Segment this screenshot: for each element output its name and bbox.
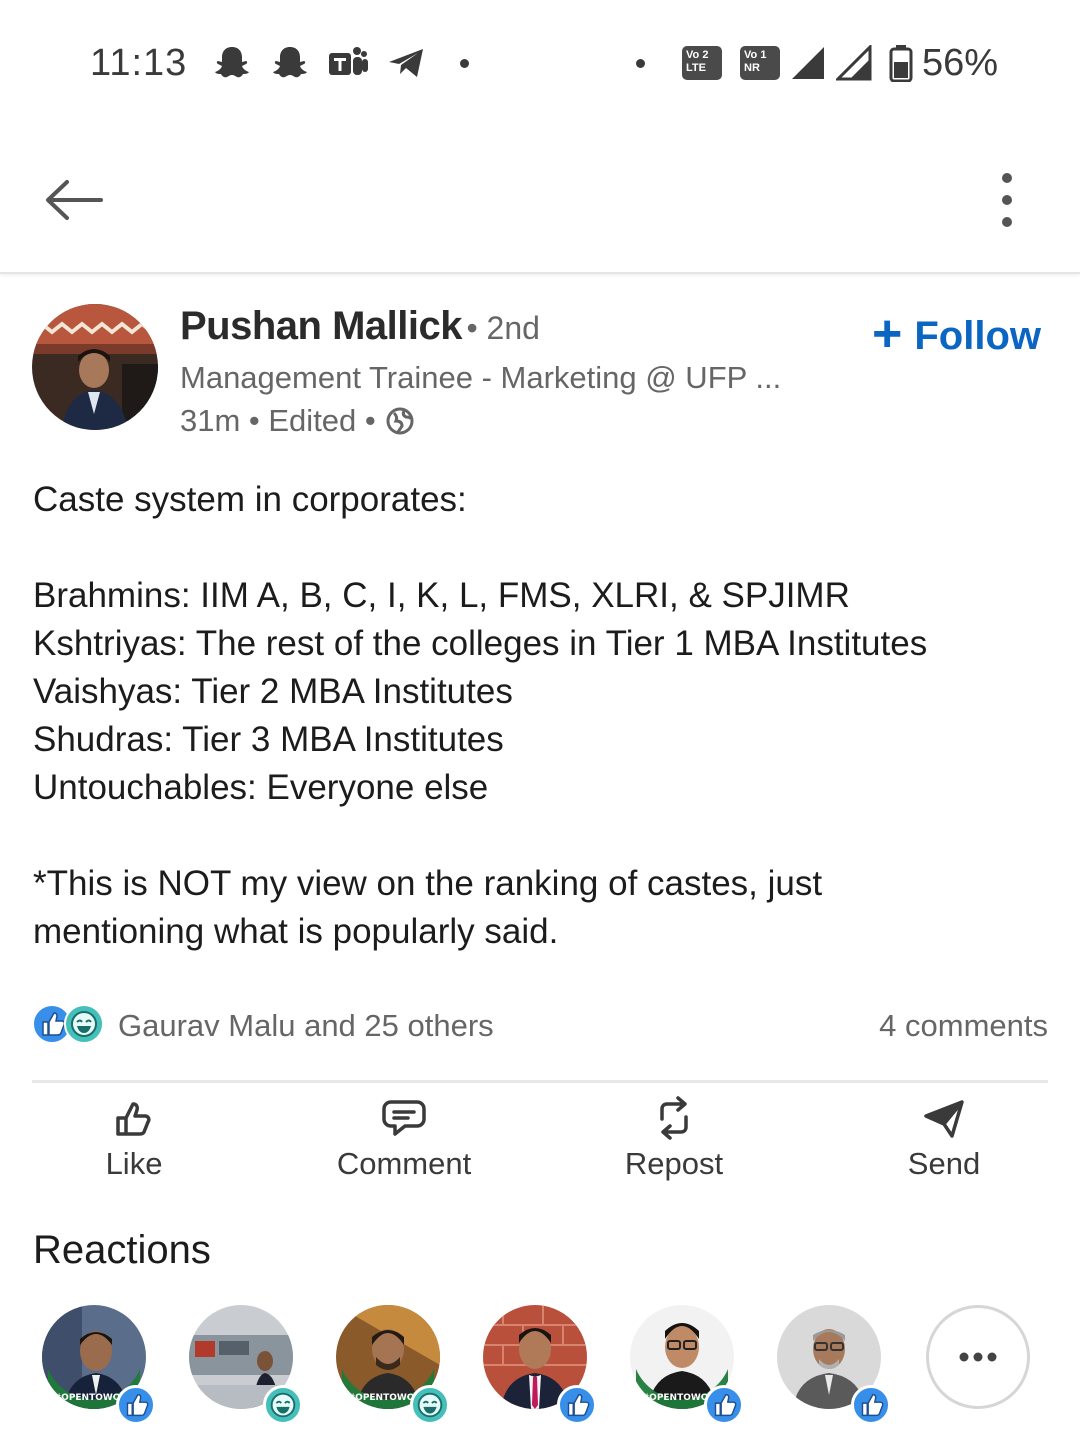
reactor-avatar[interactable]	[777, 1305, 891, 1425]
author-name[interactable]: Pushan Mallick	[180, 304, 462, 348]
post-text-line: Shudras: Tier 3 MBA Institutes	[33, 720, 504, 759]
comment-icon	[380, 1094, 428, 1142]
like-reaction-icon	[116, 1385, 156, 1425]
post-text-line: Vaishyas: Tier 2 MBA Institutes	[33, 672, 513, 711]
volte-lte-icon: Vo 2 LTE	[682, 46, 722, 80]
funny-reaction-icon	[410, 1385, 450, 1425]
notification-dot	[460, 59, 469, 68]
snapchat-icon	[270, 44, 310, 82]
funny-reaction-icon	[64, 1004, 104, 1044]
battery-icon	[888, 44, 914, 82]
like-label: Like	[105, 1146, 163, 1181]
arrow-left-icon	[46, 180, 103, 220]
repost-label: Repost	[624, 1146, 724, 1181]
like-reaction-icon	[704, 1385, 744, 1425]
comment-button[interactable]: Comment	[304, 1094, 504, 1194]
repost-button[interactable]: Repost	[574, 1094, 774, 1194]
horizontal-dots-icon	[959, 1352, 997, 1362]
status-time: 11:13	[90, 42, 188, 84]
post-text-line: Kshtriyas: The rest of the colleges in T…	[33, 624, 928, 663]
back-button[interactable]	[38, 168, 108, 232]
battery-percent: 56%	[922, 42, 999, 84]
comment-label: Comment	[336, 1146, 472, 1181]
post-text-line: Brahmins: IIM A, B, C, I, K, L, FMS, XLR…	[33, 576, 850, 615]
thumbs-up-icon	[110, 1094, 158, 1142]
funny-reaction-icon	[263, 1385, 303, 1425]
post-text-line: Untouchables: Everyone else	[33, 768, 489, 807]
send-icon	[920, 1094, 968, 1142]
notification-dot	[636, 59, 645, 68]
likers-summary[interactable]: Gaurav Malu and 25 others	[118, 1008, 494, 1044]
repost-icon	[650, 1094, 698, 1142]
like-reaction-icon	[557, 1385, 597, 1425]
post-text-line: Caste system in corporates:	[33, 480, 467, 519]
reactions-heading: Reactions	[33, 1228, 211, 1272]
reactor-avatar[interactable]: #OPENTOWORK	[630, 1305, 744, 1425]
comments-count[interactable]: 4 comments	[879, 1008, 1048, 1044]
globe-icon	[386, 407, 414, 435]
action-bar: Like Comment Repost Send	[0, 1094, 1080, 1194]
author-line: Pushan Mallick • 2nd	[180, 304, 540, 349]
app-bar	[0, 128, 1080, 274]
signal-icon	[836, 44, 872, 82]
like-reaction-icon	[851, 1385, 891, 1425]
plus-icon: +	[872, 305, 903, 363]
more-reactions-button[interactable]	[926, 1305, 1030, 1409]
author-avatar[interactable]	[32, 304, 158, 430]
post-text-line: *This is NOT my view on the ranking of c…	[33, 864, 823, 903]
reaction-summary[interactable]	[32, 1004, 106, 1044]
post-text-line: mentioning what is popularly said.	[33, 912, 559, 951]
snapchat-icon	[212, 44, 252, 82]
send-label: Send	[907, 1146, 981, 1181]
reactor-avatar[interactable]	[483, 1305, 597, 1425]
divider	[32, 1080, 1048, 1083]
status-bar: 11:13 Vo 2 LTE Vo 1 NR 56%	[0, 0, 1080, 128]
follow-label: Follow	[914, 313, 1042, 358]
reactor-avatar[interactable]	[189, 1305, 303, 1425]
volte-nr-icon: Vo 1 NR	[740, 46, 780, 80]
reactor-avatar[interactable]: #OPENTOWORK	[42, 1305, 156, 1425]
signal-icon	[790, 44, 826, 82]
post-body: Caste system in corporates: Brahmins: II…	[33, 476, 1053, 956]
vertical-dots-icon	[1002, 173, 1012, 227]
follow-button[interactable]: + Follow	[872, 305, 1042, 363]
reactor-avatar[interactable]: #OPENTOWORK	[336, 1305, 450, 1425]
connection-degree: • 2nd	[466, 310, 540, 346]
like-button[interactable]: Like	[34, 1094, 234, 1194]
teams-icon	[326, 44, 370, 82]
post-timestamp: 31m • Edited •	[180, 403, 376, 438]
post-meta: 31m • Edited •	[180, 403, 414, 439]
telegram-icon	[386, 44, 426, 82]
send-button[interactable]: Send	[844, 1094, 1044, 1194]
social-counts: Gaurav Malu and 25 others 4 comments	[32, 1002, 1048, 1050]
more-options-button[interactable]	[980, 166, 1034, 234]
author-headline: Management Trainee - Marketing @ UFP ...	[180, 360, 782, 395]
